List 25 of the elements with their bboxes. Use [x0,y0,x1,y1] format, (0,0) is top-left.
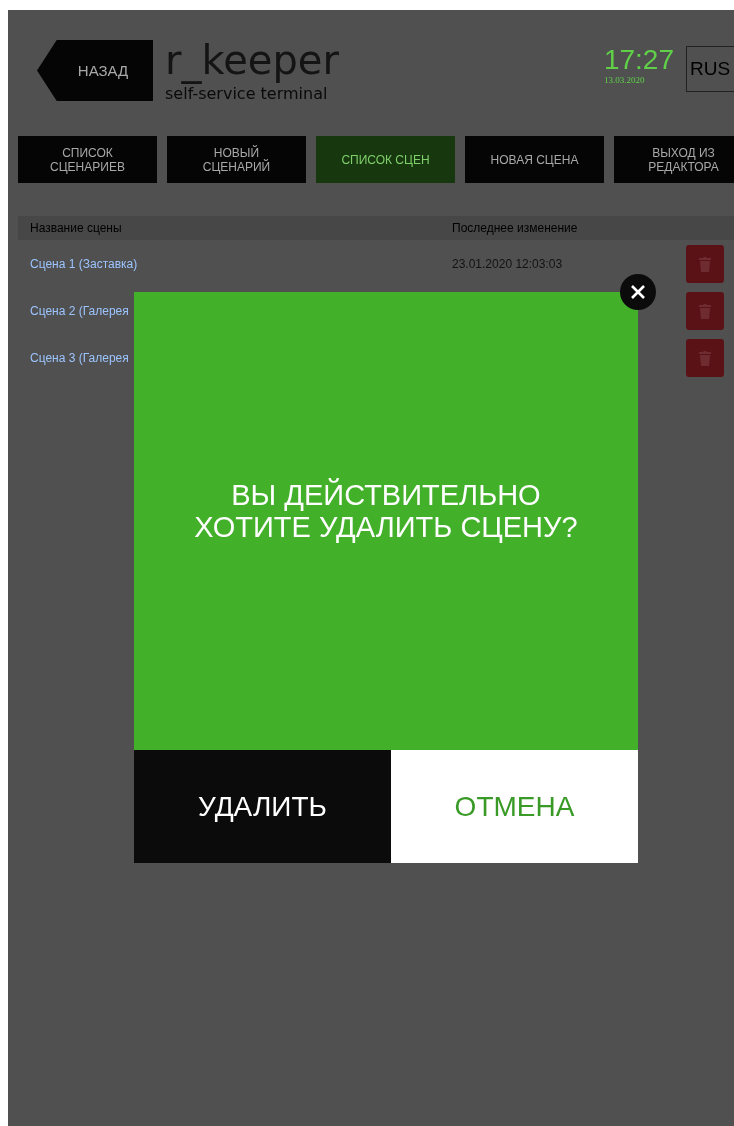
trash-icon [698,255,712,272]
scene-link[interactable]: Сцена 1 (Заставка) [18,256,452,271]
trash-icon [698,349,712,366]
clock-date: 13.03.2020 [603,75,646,85]
tab[interactable]: НОВАЯ СЦЕНА [465,136,604,183]
logo-text: r_keeper [165,36,339,84]
logo-subtitle: self-service terminal [165,84,329,103]
delete-button[interactable] [686,291,724,330]
delete-button[interactable] [686,338,724,377]
delete-button[interactable] [686,244,724,283]
dialog-message: ВЫ ДЕЙСТВИТЕЛЬНО ХОТИТЕ УДАЛИТЬ СЦЕНУ? [193,477,579,545]
tab[interactable]: НОВЫЙ СЦЕНАРИЙ [167,136,306,183]
back-button[interactable]: НАЗАД [37,40,153,101]
clock-time: 17:27 [603,45,674,75]
column-header: Название сцены [29,221,123,235]
delete-confirm-button[interactable]: УДАЛИТЬ [134,750,391,863]
modified-date: 23.01.2020 12:03:03 [452,256,564,271]
tab[interactable]: ВЫХОД ИЗ РЕДАКТОРА [614,136,734,183]
column-header: Последнее изменение [452,221,579,235]
cancel-button[interactable]: ОТМЕНА [391,750,638,863]
trash-icon [698,302,712,319]
close-button[interactable] [620,274,656,310]
close-icon [630,284,646,300]
tab[interactable]: СПИСОК СЦЕНАРИЕВ [18,136,157,183]
tab[interactable]: СПИСОК СЦЕН [316,136,455,183]
